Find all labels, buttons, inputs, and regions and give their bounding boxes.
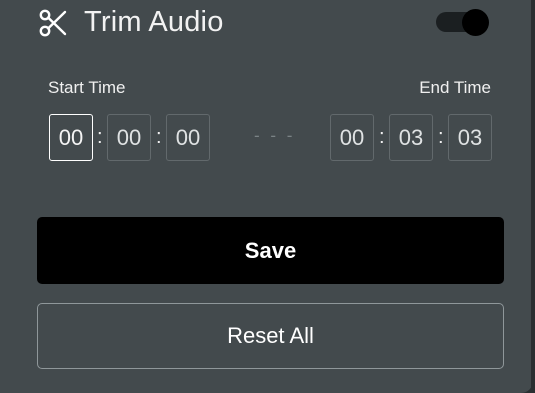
start-hours-input[interactable] [49,114,93,161]
end-colon-1: : [379,126,385,148]
start-minutes-input[interactable] [107,114,151,161]
panel-title: Trim Audio [84,6,224,38]
trim-toggle[interactable] [436,9,492,36]
start-colon-1: : [97,126,103,148]
toggle-knob [462,9,489,36]
start-colon-2: : [156,126,162,148]
end-minutes-input[interactable] [389,114,433,161]
time-range-separator: - - - [254,126,296,145]
end-colon-2: : [438,126,444,148]
panel-edge [531,0,533,393]
scissors-icon [39,9,67,37]
start-time-label: Start Time [48,78,126,97]
reset-all-button[interactable]: Reset All [37,303,504,369]
end-time-label: End Time [419,78,491,97]
end-hours-input[interactable] [330,114,374,161]
save-button[interactable]: Save [37,217,504,284]
end-seconds-input[interactable] [448,114,492,161]
start-seconds-input[interactable] [166,114,210,161]
trim-audio-panel: Trim Audio Start Time End Time : : - - -… [0,0,533,393]
